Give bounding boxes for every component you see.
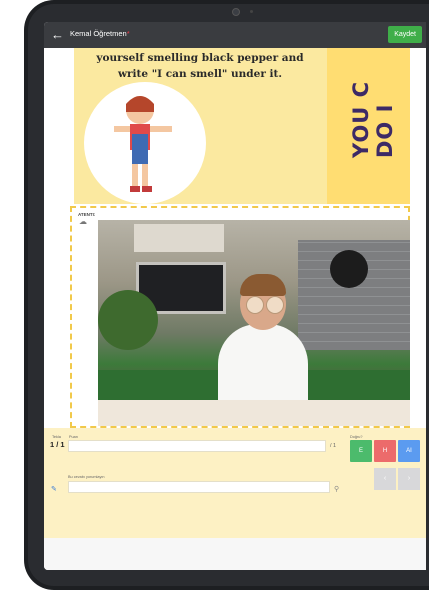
score-max: / 1 bbox=[330, 443, 337, 449]
student-title: Kemal Öğretmen* bbox=[70, 29, 130, 38]
content-area: yourself smelling black pepper and write… bbox=[44, 48, 426, 570]
correct-label: Doğru? bbox=[350, 435, 363, 439]
task-label: Tekla bbox=[52, 435, 61, 439]
ai-button[interactable]: AI bbox=[398, 440, 420, 462]
photo-plant bbox=[98, 290, 158, 350]
grading-panel: Tekla 1 / 1 Puan / 1 Doğru? E H AI Bu ce… bbox=[44, 428, 426, 538]
score-input[interactable] bbox=[68, 440, 326, 452]
chevron-right-icon[interactable]: › bbox=[398, 468, 420, 490]
paperclip-icon[interactable]: ⚲ bbox=[334, 485, 339, 493]
photo-table bbox=[98, 400, 410, 426]
girl-illustration-icon bbox=[114, 96, 172, 192]
sun-decoration bbox=[84, 82, 206, 204]
photo-boy-hair bbox=[240, 274, 286, 296]
worksheet-instruction: yourself smelling black pepper and write… bbox=[80, 50, 320, 82]
worksheet-page: yourself smelling black pepper and write… bbox=[74, 48, 410, 204]
top-toolbar: ← Kemal Öğretmen* Kaydet bbox=[44, 22, 426, 48]
side-banner: YOU C DO I bbox=[327, 48, 410, 204]
instruction-line-2: write "I can smell" under it. bbox=[117, 68, 283, 80]
student-photo bbox=[98, 220, 410, 426]
correct-button[interactable]: E bbox=[350, 440, 372, 462]
photo-egg-left bbox=[246, 296, 264, 314]
camera-icon bbox=[232, 8, 240, 16]
wrong-button[interactable]: H bbox=[374, 440, 396, 462]
chevron-left-icon[interactable]: ‹ bbox=[374, 468, 396, 490]
required-mark: * bbox=[126, 29, 130, 38]
photo-pan bbox=[330, 250, 368, 288]
score-label: Puan bbox=[69, 435, 78, 439]
arrow-left-icon[interactable]: ← bbox=[51, 27, 64, 43]
footer-area bbox=[44, 538, 426, 570]
pencil-icon[interactable]: ✎ bbox=[51, 485, 57, 493]
task-value: 1 / 1 bbox=[50, 440, 65, 449]
photo-egg-right bbox=[266, 296, 284, 314]
instruction-line-1: yourself smelling black pepper and bbox=[96, 52, 304, 64]
sensor-dot bbox=[250, 10, 253, 13]
save-button[interactable]: Kaydet bbox=[388, 26, 422, 43]
app-screen: ← Kemal Öğretmen* Kaydet yourself smelli… bbox=[44, 22, 426, 570]
comment-label: Bu cevabı yorumlayın bbox=[68, 475, 105, 479]
answer-dropzone[interactable]: ATENTI: ☁ bbox=[70, 206, 410, 428]
photo-shelf bbox=[134, 224, 224, 252]
cloud-icon[interactable]: ☁ bbox=[79, 218, 89, 226]
comment-input[interactable] bbox=[68, 481, 330, 493]
side-banner-text: YOU C DO I bbox=[349, 80, 397, 158]
